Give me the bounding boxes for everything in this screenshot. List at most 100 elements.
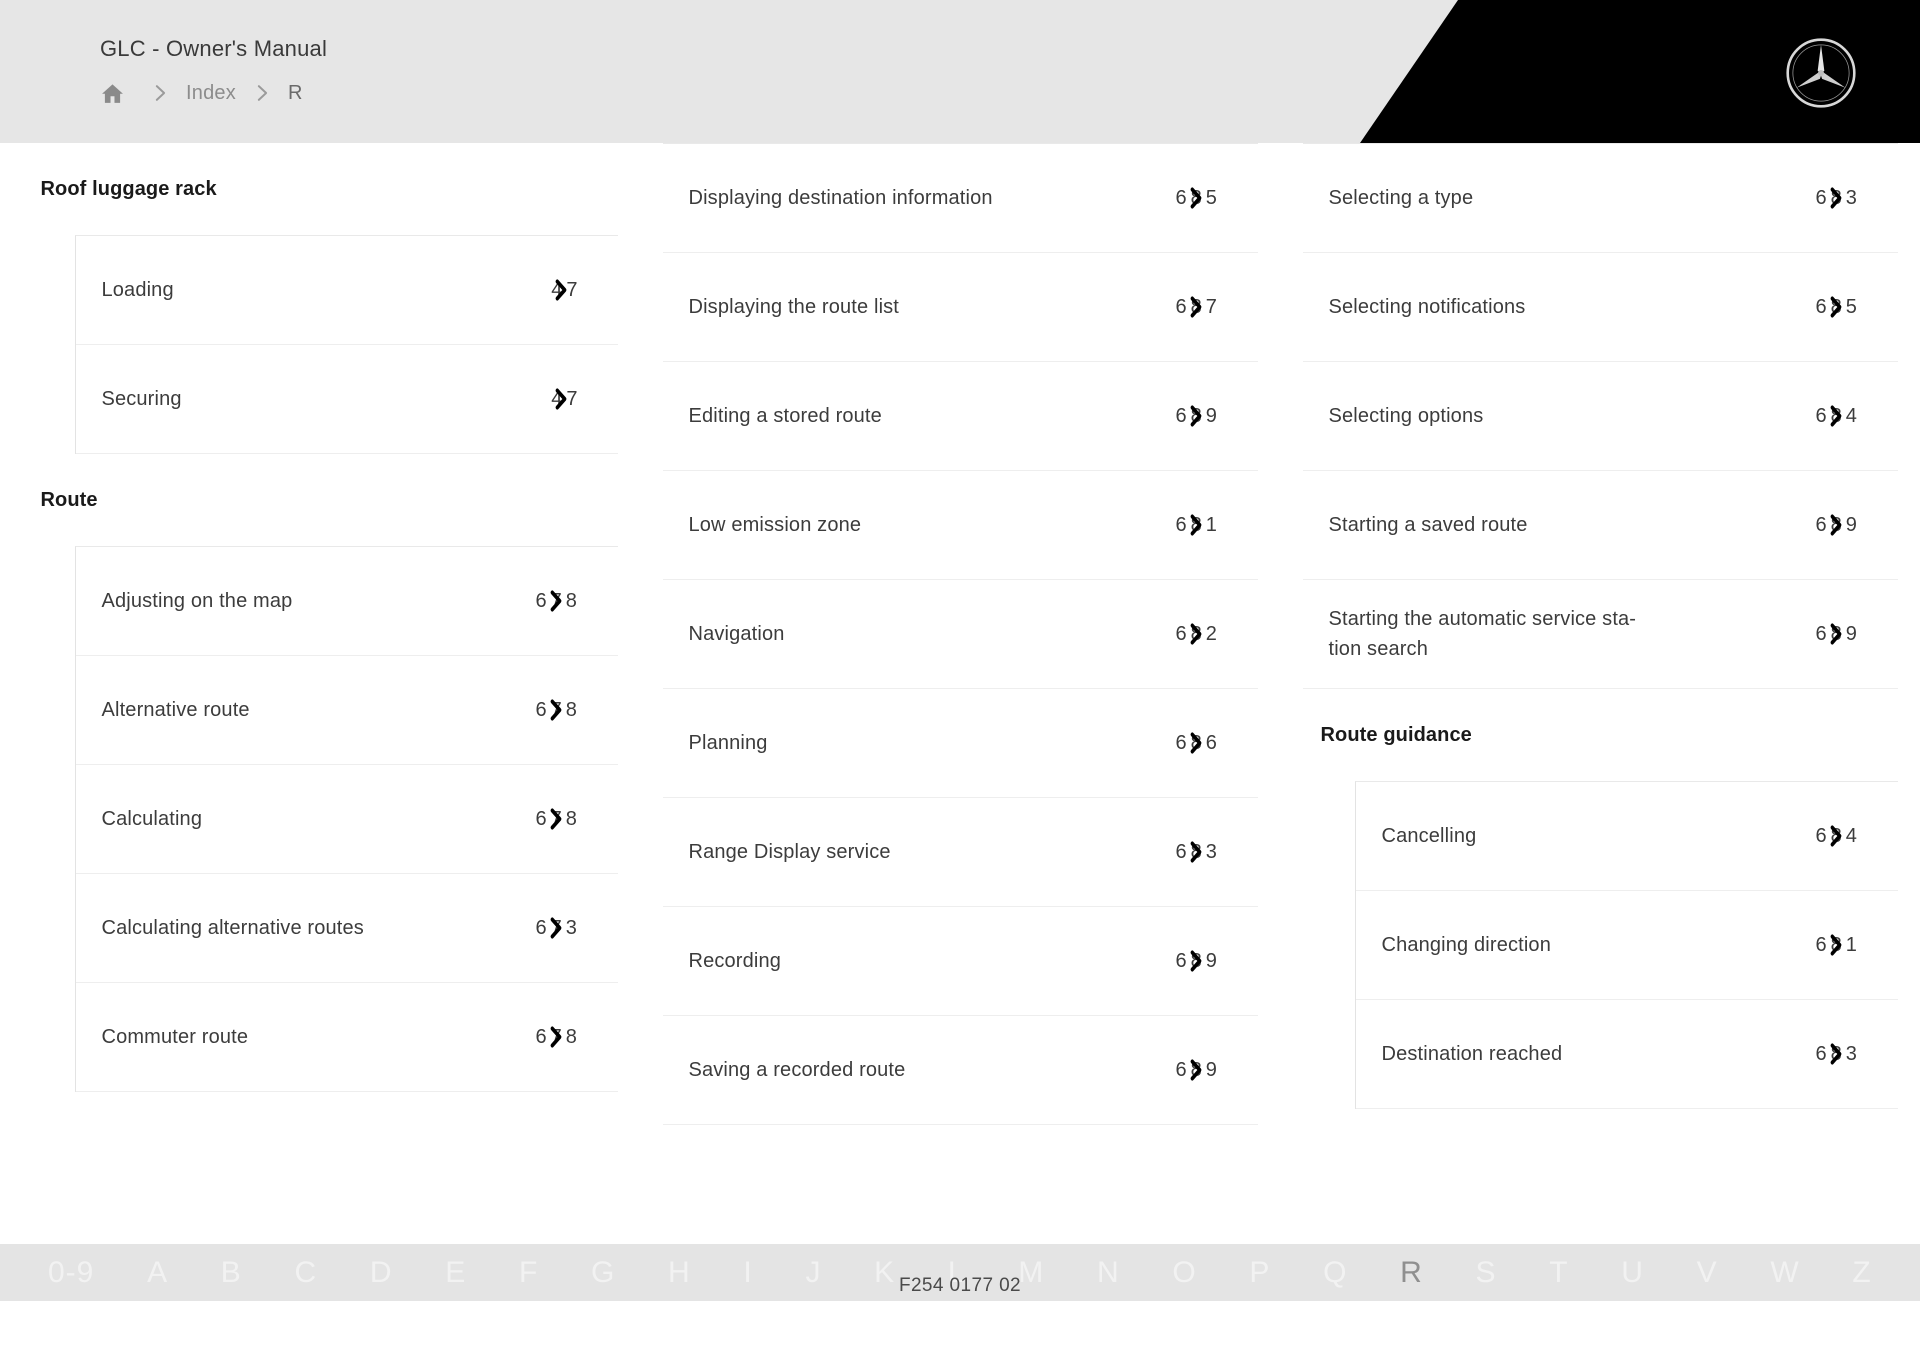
index-entry-page-ref[interactable]: 681 [1176,510,1222,540]
index-entry[interactable]: Selecting notifications 685 [1302,253,1898,362]
index-entry-page-ref[interactable]: 678 [536,1022,582,1052]
index-entry-page-ref[interactable]: 687 [1176,292,1222,322]
index-entry-page-ref[interactable]: 689 [1176,1055,1222,1085]
alphabet-letter-k[interactable]: K [874,1257,895,1288]
alphabet-letter-j[interactable]: J [805,1257,821,1288]
index-entry-page-ref[interactable]: 689 [1816,510,1862,540]
page-number: 684 [1815,405,1861,427]
alphabet-letter-i[interactable]: I [743,1257,752,1288]
page-number: 689 [1815,514,1861,536]
index-entry[interactable]: Destination reached 683 [1355,1000,1898,1109]
page-number: 678 [535,699,581,721]
index-entry[interactable]: Calculating 678 [75,765,618,874]
index-column: Displaying destination information 685 Dis… [640,143,1280,1125]
index-entry[interactable]: Starting a saved route 689 [1302,471,1898,580]
alphabet-letter-w[interactable]: W [1770,1257,1799,1288]
index-entry[interactable]: Displaying the route list 687 [662,253,1258,362]
index-entry[interactable]: Displaying destination information 685 [662,144,1258,253]
index-entry-label: Range Display service [688,841,891,863]
alphabet-letter-a[interactable]: A [147,1257,168,1288]
alphabet-letter-e[interactable]: E [445,1257,466,1288]
page-number: 685 [1175,187,1221,209]
index-entry[interactable]: Planning 686 [662,689,1258,798]
home-icon[interactable] [100,81,134,106]
page-number: 673 [535,917,581,939]
index-entry-page-ref[interactable]: 686 [1176,728,1222,758]
page-number: 689 [1175,950,1221,972]
index-entry-page-ref[interactable]: 684 [1816,401,1862,431]
index-entry-page-ref[interactable]: 681 [1816,930,1862,960]
index-entry[interactable]: Editing a stored route 689 [662,362,1258,471]
breadcrumb-item-index[interactable]: Index [186,79,236,107]
index-entry[interactable]: Changing direction 681 [1355,891,1898,1000]
index-entry-page-ref[interactable]: 689 [1176,946,1222,976]
alphabet-letter-b[interactable]: B [221,1257,242,1288]
index-entry-label: Securing [101,388,182,410]
index-entry-page-ref[interactable]: 683 [1816,1039,1862,1069]
index-entry[interactable]: Selecting options 684 [1302,362,1898,471]
page-number: 47 [551,279,582,301]
index-entry-page-ref[interactable]: 47 [551,384,581,414]
index-entry-page-ref[interactable]: 678 [536,804,582,834]
index-entry-label: Adjusting on the map [101,590,293,612]
index-entry-page-ref[interactable]: 682 [1176,619,1222,649]
index-entry[interactable]: Calculating alternative routes 673 [75,874,618,983]
index-entry[interactable]: Recording 689 [662,907,1258,1016]
alphabet-letter-t[interactable]: T [1549,1257,1568,1288]
index-entry-page-ref[interactable]: 678 [536,586,582,616]
alphabet-letter-n[interactable]: N [1097,1257,1120,1288]
index-entry[interactable]: Securing 47 [75,345,618,454]
index-entry[interactable]: Loading 47 [75,236,618,345]
alphabet-letter-z[interactable]: Z [1852,1257,1871,1288]
index-entry[interactable]: Navigation 682 [662,580,1258,689]
page-number: 681 [1175,514,1221,536]
index-entry-page-ref[interactable]: 685 [1816,292,1862,322]
alphabet-letter-f[interactable]: F [519,1257,538,1288]
index-columns: Roof luggage rack Loading 47 Securing 47 Rout… [0,143,1920,1125]
index-entry[interactable]: Range Display service 683 [662,798,1258,907]
index-entry[interactable]: Saving a recorded route 689 [662,1016,1258,1125]
index-entry-page-ref[interactable]: 683 [1816,183,1862,213]
alphabet-letter-d[interactable]: D [370,1257,393,1288]
index-entry-page-ref[interactable]: 685 [1176,183,1222,213]
index-entry-label: Navigation [688,623,785,645]
index-entry-label: Selecting options [1328,405,1484,427]
index-group-title: Roof luggage rack [40,177,217,200]
index-entry-label: Calculating alternative routes [101,917,364,939]
index-entry-label: Selecting a type [1328,187,1474,209]
index-entry[interactable]: Starting the automatic service sta- tion… [1302,580,1898,689]
alphabet-letter-09[interactable]: 0-9 [48,1257,94,1288]
alphabet-letter-s[interactable]: S [1476,1257,1497,1288]
alphabet-letter-r[interactable]: R [1400,1257,1423,1288]
alphabet-letter-h[interactable]: H [668,1257,691,1288]
alphabet-letter-m[interactable]: M [1018,1257,1044,1288]
index-column: Roof luggage rack Loading 47 Securing 47 Rout… [0,143,640,1125]
alphabet-letter-o[interactable]: O [1172,1257,1196,1288]
page-number: 689 [1815,623,1861,645]
page-number: 685 [1815,296,1861,318]
alphabet-letter-q[interactable]: Q [1323,1257,1347,1288]
index-entry-page-ref[interactable]: 684 [1816,821,1862,851]
alphabet-letter-u[interactable]: U [1621,1257,1644,1288]
alphabet-letter-g[interactable]: G [591,1257,615,1288]
index-entry[interactable]: Cancelling 684 [1355,782,1898,891]
index-entry-page-ref[interactable]: 673 [536,913,582,943]
index-entry[interactable]: Alternative route 678 [75,656,618,765]
index-entry[interactable]: Commuter route 678 [75,983,618,1092]
index-entry-page-ref[interactable]: 47 [551,275,581,305]
index-entry[interactable]: Low emission zone 681 [662,471,1258,580]
alphabet-letter-p[interactable]: P [1249,1257,1270,1288]
index-entry[interactable]: Adjusting on the map 678 [75,547,618,656]
page-number: 686 [1175,732,1221,754]
index-entry[interactable]: Selecting a type 683 [1302,144,1898,253]
breadcrumb-item-current: R [287,82,303,104]
index-entry-page-ref[interactable]: 689 [1176,401,1222,431]
index-entry-page-ref[interactable]: 678 [536,695,582,725]
alphabet-letter-c[interactable]: C [295,1257,318,1288]
page-number: 681 [1815,934,1861,956]
app-header: GLC - Owner's Manual Index R [0,0,1920,143]
index-entry-page-ref[interactable]: 689 [1816,619,1862,649]
alphabet-letter-v[interactable]: V [1697,1257,1718,1288]
index-entry-page-ref[interactable]: 683 [1176,837,1222,867]
breadcrumb: Index R [100,79,303,107]
